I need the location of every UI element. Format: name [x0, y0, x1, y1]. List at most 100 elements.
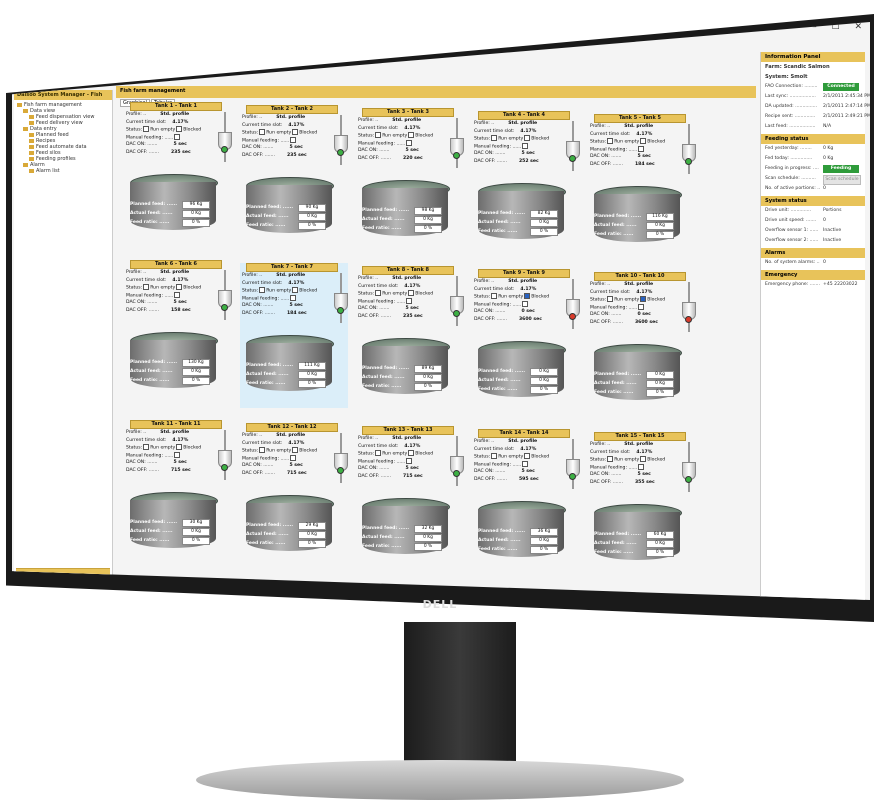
manual-feeding-checkbox[interactable]: [638, 463, 645, 470]
tree-item[interactable]: Alarm list: [17, 168, 109, 174]
time-slot-row: Current time slot: 4.17%: [356, 283, 464, 291]
manual-feeding-checkbox[interactable]: [290, 454, 297, 461]
run-empty-checkbox[interactable]: [607, 296, 614, 302]
blocked-checkbox[interactable]: [176, 444, 183, 450]
folder-icon: [29, 114, 34, 119]
blocked-label: Blocked: [531, 454, 550, 460]
feeder-status-led-icon: [337, 149, 344, 156]
run-empty-checkbox[interactable]: [491, 293, 498, 299]
manual-feeding-checkbox[interactable]: [638, 303, 645, 310]
manual-feeding-checkbox[interactable]: [290, 136, 297, 143]
info-value: N/A: [823, 124, 832, 129]
manual-feeding-checkbox[interactable]: [522, 300, 529, 307]
tank-title: Tank 13 - Tank 13: [362, 426, 454, 435]
manual-feeding-checkbox[interactable]: [522, 460, 529, 467]
run-empty-checkbox[interactable]: [259, 447, 266, 453]
run-empty-checkbox[interactable]: [259, 129, 266, 135]
manual-feeding-checkbox[interactable]: [174, 291, 181, 298]
run-empty-checkbox[interactable]: [607, 138, 614, 144]
feeder-status-led-icon: [569, 473, 576, 480]
blocked-checkbox[interactable]: [292, 447, 299, 453]
dac-on-row: DAC ON: ....... 5 sec: [356, 305, 464, 313]
blocked-checkbox[interactable]: [408, 290, 415, 296]
blocked-checkbox[interactable]: [640, 456, 647, 462]
emergency-info: Emergency phone: ....... +45 22203022: [761, 280, 865, 290]
run-empty-checkbox[interactable]: [259, 287, 266, 293]
blocked-checkbox[interactable]: [176, 284, 183, 290]
dac-off-value: 235 sec: [170, 149, 191, 155]
manual-feeding-checkbox[interactable]: [406, 457, 413, 464]
feed-ratio-value: 0 %: [530, 228, 558, 236]
blocked-checkbox[interactable]: [408, 450, 415, 456]
actual-feed-value: 0 Kg: [182, 528, 210, 536]
blocked-checkbox[interactable]: [292, 287, 299, 293]
info-row: DA updated: ............... 2/1/2011 2:47…: [761, 102, 870, 112]
blocked-checkbox[interactable]: [640, 296, 647, 302]
profile-value: Std. profile: [508, 121, 538, 126]
run-empty-checkbox[interactable]: [143, 444, 150, 450]
info-value: 2/1/2011 2:47:14 PM: [823, 104, 870, 109]
blocked-checkbox[interactable]: [524, 135, 531, 141]
blocked-checkbox[interactable]: [640, 138, 647, 144]
tank-card[interactable]: Tank 9 - Tank 9 Profile: .. Std. profile Cu…: [472, 269, 580, 414]
manual-feeding-label: Manual feeding: ......: [242, 138, 290, 143]
tank-card[interactable]: Tank 11 - Tank 11 Profile: .. Std. profile…: [124, 420, 232, 565]
blocked-checkbox[interactable]: [176, 126, 183, 132]
feed-ratio-label: Feed ratio: ......: [130, 378, 170, 383]
profile-row: Profile: .. Std. profile: [356, 435, 464, 443]
time-slot-row: Current time slot: 4.17%: [240, 440, 348, 448]
manual-feeding-checkbox[interactable]: [174, 451, 181, 458]
tank-card[interactable]: Tank 8 - Tank 8 Profile: .. Std. profile Cu…: [356, 266, 464, 411]
time-slot-row: Current time slot: 4.17%: [124, 119, 232, 127]
tank-card[interactable]: Tank 5 - Tank 5 Profile: .. Std. profile Cu…: [588, 114, 696, 259]
run-empty-checkbox[interactable]: [375, 132, 382, 138]
run-empty-checkbox[interactable]: [491, 135, 498, 141]
manual-feeding-checkbox[interactable]: [290, 294, 297, 301]
run-empty-checkbox[interactable]: [491, 453, 498, 459]
manual-feeding-label: Manual feeding: ......: [474, 302, 522, 307]
run-empty-checkbox[interactable]: [375, 450, 382, 456]
tank-card[interactable]: Tank 1 - Tank 1 Profile: .. Std. profile Cu…: [124, 102, 232, 247]
planned-feed-label: Planned feed: ......: [594, 532, 642, 537]
tank-card[interactable]: Tank 3 - Tank 3 Profile: .. Std. profile Cu…: [356, 108, 464, 253]
status-label: Status:: [358, 133, 375, 139]
tank-title: Tank 1 - Tank 1: [130, 102, 222, 111]
run-empty-checkbox[interactable]: [375, 290, 382, 296]
run-empty-checkbox[interactable]: [607, 456, 614, 462]
tank-card[interactable]: Tank 2 - Tank 2 Profile: .. Std. profile Cu…: [240, 105, 348, 250]
manual-feeding-checkbox[interactable]: [406, 297, 413, 304]
tank-card[interactable]: Tank 15 - Tank 15 Profile: .. Std. profile…: [588, 432, 696, 577]
close-button[interactable]: ✕: [854, 22, 862, 32]
navigation-tree: Fish farm management Data view Feed dispen…: [14, 100, 112, 176]
tank-card[interactable]: Tank 12 - Tank 12 Profile: .. Std. profile…: [240, 423, 348, 568]
info-value-wrapper: Feeding: [823, 165, 859, 173]
dac-off-value: 252 sec: [518, 158, 539, 164]
tank-card[interactable]: Tank 4 - Tank 4 Profile: .. Std. profile Cu…: [472, 111, 580, 256]
manual-feeding-checkbox[interactable]: [522, 142, 529, 149]
planned-feed-label: Planned feed: ......: [130, 360, 178, 365]
run-empty-checkbox[interactable]: [143, 126, 150, 132]
tank-card[interactable]: Tank 10 - Tank 10 Profile: .. Std. profile…: [588, 272, 696, 417]
manual-feeding-checkbox[interactable]: [638, 145, 645, 152]
planned-feed-value: 32 Kg: [414, 525, 442, 533]
manual-feeding-checkbox[interactable]: [406, 139, 413, 146]
dac-off-value: 3600 sec: [518, 316, 542, 322]
status-label: Status:: [126, 445, 143, 451]
dac-off-label: DAC OFF: .......: [590, 319, 623, 325]
blocked-label: Blocked: [183, 445, 202, 451]
tank-card[interactable]: Tank 6 - Tank 6 Profile: .. Std. profile Cu…: [124, 260, 232, 405]
tank-card[interactable]: Tank 7 - Tank 7 Profile: .. Std. profile Cu…: [240, 263, 348, 408]
tank-card[interactable]: Tank 13 - Tank 13 Profile: .. Std. profile…: [356, 426, 464, 571]
blocked-checkbox[interactable]: [524, 293, 531, 299]
blocked-checkbox[interactable]: [292, 129, 299, 135]
blocked-checkbox[interactable]: [524, 453, 531, 459]
dac-off-value: 3600 sec: [634, 319, 658, 325]
feeding-status-header: Feeding status: [761, 134, 865, 144]
fish-tank-icon: Planned feed: ...... 89 Kg Actual feed: ..…: [362, 338, 450, 398]
run-empty-checkbox[interactable]: [143, 284, 150, 290]
manual-feeding-checkbox[interactable]: [174, 133, 181, 140]
dac-off-value: 184 sec: [286, 310, 307, 316]
blocked-checkbox[interactable]: [408, 132, 415, 138]
tank-card[interactable]: Tank 14 - Tank 14 Profile: .. Std. profile…: [472, 429, 580, 574]
status-row: Status: Run empty Blocked: [472, 293, 580, 301]
